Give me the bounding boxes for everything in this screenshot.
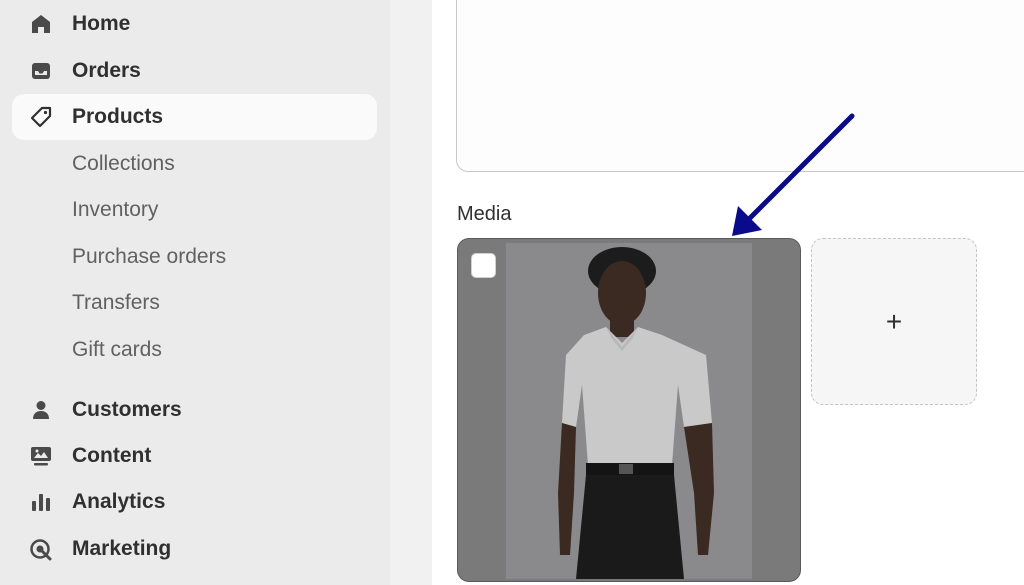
sidebar-item-products[interactable]: Products (12, 94, 377, 140)
sidebar-item-analytics[interactable]: Analytics (12, 479, 377, 525)
media-label: Media (457, 203, 512, 225)
sidebar-item-label: Products (72, 105, 164, 128)
sidebar-subitem-gift-cards[interactable]: Gift cards (72, 330, 162, 370)
sidebar-item-marketing[interactable]: Marketing (12, 526, 377, 572)
sidebar-item-label: Content (72, 444, 152, 467)
content-icon (29, 444, 53, 468)
media-item[interactable] (457, 238, 801, 582)
sidebar-item-content[interactable]: Content (12, 433, 377, 479)
plus-icon: + (885, 305, 903, 337)
sidebar-item-label: Home (72, 12, 131, 35)
sidebar-subitem-purchase-orders[interactable]: Purchase orders (72, 237, 226, 277)
target-icon (29, 537, 53, 561)
sidebar-item-label: Marketing (72, 537, 172, 560)
person-icon (29, 398, 53, 422)
sidebar: Home Orders Products Collections Invento… (0, 0, 390, 585)
tag-icon (29, 105, 53, 129)
product-photo[interactable] (506, 243, 752, 579)
sidebar-subitem-inventory[interactable]: Inventory (72, 190, 158, 230)
sidebar-subitem-transfers[interactable]: Transfers (72, 283, 160, 323)
add-media-button[interactable]: + (811, 238, 977, 405)
description-editor[interactable] (456, 0, 1024, 172)
sidebar-item-home[interactable]: Home (12, 1, 377, 47)
main-content: Media + (432, 0, 1024, 585)
bar-chart-icon (29, 490, 53, 514)
media-select-checkbox[interactable] (471, 253, 496, 278)
sidebar-subitem-collections[interactable]: Collections (72, 144, 175, 184)
inbox-icon (29, 59, 53, 83)
sidebar-item-customers[interactable]: Customers (12, 387, 377, 433)
product-photo-illustration (506, 243, 752, 579)
sidebar-item-label: Customers (72, 398, 182, 421)
content-gutter (390, 0, 432, 585)
home-icon (29, 12, 53, 36)
sidebar-item-orders[interactable]: Orders (12, 48, 377, 94)
sidebar-item-label: Orders (72, 59, 141, 82)
sidebar-item-label: Analytics (72, 490, 166, 513)
